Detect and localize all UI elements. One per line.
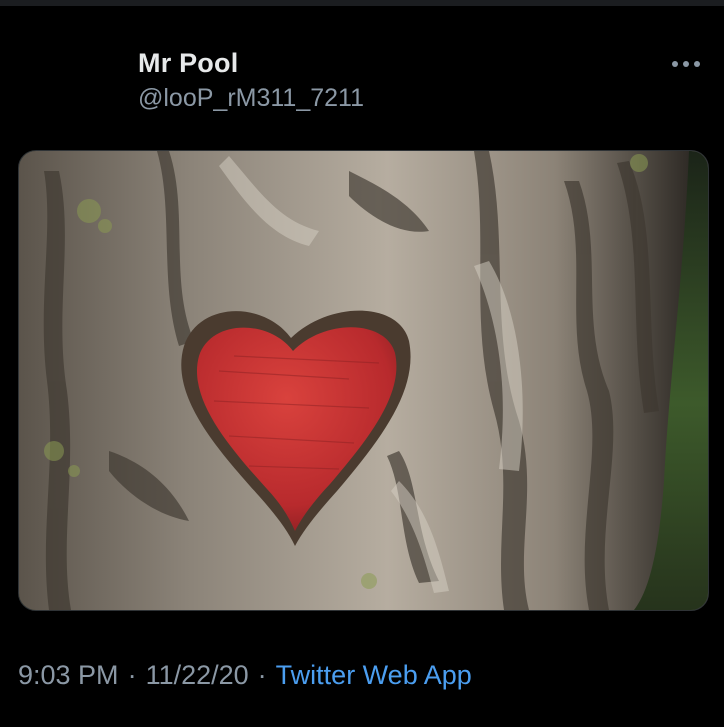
tweet-author[interactable]: Mr Pool @looP_rM311_7211 [138,46,364,114]
meta-separator: · [257,660,267,690]
author-handle[interactable]: @looP_rM311_7211 [138,82,364,114]
tweet-date[interactable]: 11/22/20 [146,660,249,690]
meta-separator: · [127,660,137,690]
more-options-icon[interactable] [672,56,706,72]
tweet-source-link[interactable]: Twitter Web App [276,660,472,690]
top-divider [0,0,724,6]
author-name[interactable]: Mr Pool [138,46,364,80]
more-dot [672,61,678,67]
carved-heart-tree-image [19,151,708,610]
tweet-metadata: 9:03 PM · 11/22/20 · Twitter Web App [18,657,472,693]
more-dot [683,61,689,67]
more-dot [694,61,700,67]
tweet-photo[interactable] [18,150,709,611]
tweet-time[interactable]: 9:03 PM [18,660,119,690]
